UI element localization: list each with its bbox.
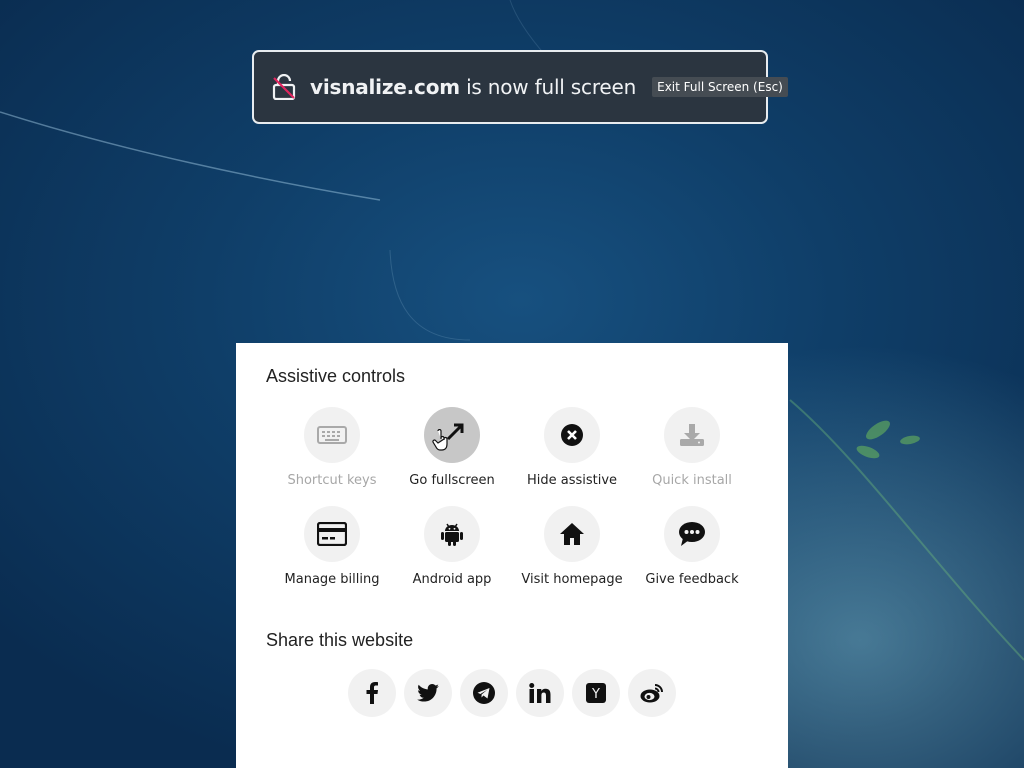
quick-install-button[interactable]: Quick install (632, 407, 752, 488)
fullscreen-notification: visnalize.com is now full screen Exit Fu… (252, 50, 788, 124)
assistive-controls-title: Assistive controls (266, 366, 406, 386)
keyboard-icon (317, 425, 347, 445)
share-hacker-news-button[interactable]: Y (572, 669, 620, 717)
share-telegram-button[interactable] (460, 669, 508, 717)
share-twitter-button[interactable] (404, 669, 452, 717)
twitter-icon (417, 684, 439, 702)
hand-cursor-icon (432, 429, 450, 451)
hide-assistive-label: Hide assistive (526, 473, 618, 488)
fullscreen-message: is now full screen (466, 75, 637, 99)
visit-homepage-label: Visit homepage (521, 572, 623, 587)
share-weibo-button[interactable] (628, 669, 676, 717)
share-linkedin-button[interactable] (516, 669, 564, 717)
hide-assistive-button[interactable]: Hide assistive (512, 407, 632, 488)
unlock-icon (254, 74, 296, 100)
give-feedback-button[interactable]: Give feedback (632, 506, 752, 587)
hacker-news-glyph: Y (591, 687, 600, 702)
wallpaper-leaf (856, 420, 920, 459)
shortcut-keys-button[interactable]: Shortcut keys (272, 407, 392, 488)
manage-billing-button[interactable]: Manage billing (272, 506, 392, 587)
give-feedback-label: Give feedback (645, 572, 739, 587)
assistive-panel: Assistive controls Shortcut keys Go full… (236, 343, 788, 768)
fullscreen-domain: visnalize.com (310, 75, 460, 99)
hacker-news-icon: Y (585, 682, 607, 704)
linkedin-icon (529, 683, 551, 703)
home-icon (559, 522, 585, 546)
visit-homepage-button[interactable]: Visit homepage (512, 506, 632, 587)
weibo-icon (640, 683, 664, 703)
quick-install-label: Quick install (652, 473, 732, 488)
facebook-icon (365, 682, 379, 704)
go-fullscreen-label: Go fullscreen (409, 473, 495, 488)
go-fullscreen-button[interactable]: Go fullscreen (392, 407, 512, 488)
credit-card-icon (317, 522, 347, 546)
download-icon (679, 422, 705, 448)
share-title: Share this website (266, 630, 414, 650)
share-buttons: Y (348, 669, 684, 717)
android-icon (440, 521, 464, 547)
exit-fullscreen-button[interactable]: Exit Full Screen (Esc) (652, 77, 788, 97)
manage-billing-label: Manage billing (284, 572, 380, 587)
share-facebook-button[interactable] (348, 669, 396, 717)
close-circle-icon (560, 423, 584, 447)
telegram-icon (472, 681, 496, 705)
android-app-button[interactable]: Android app (392, 506, 512, 587)
android-app-label: Android app (412, 572, 492, 587)
shortcut-keys-label: Shortcut keys (287, 473, 377, 488)
chat-bubble-icon (678, 521, 706, 547)
